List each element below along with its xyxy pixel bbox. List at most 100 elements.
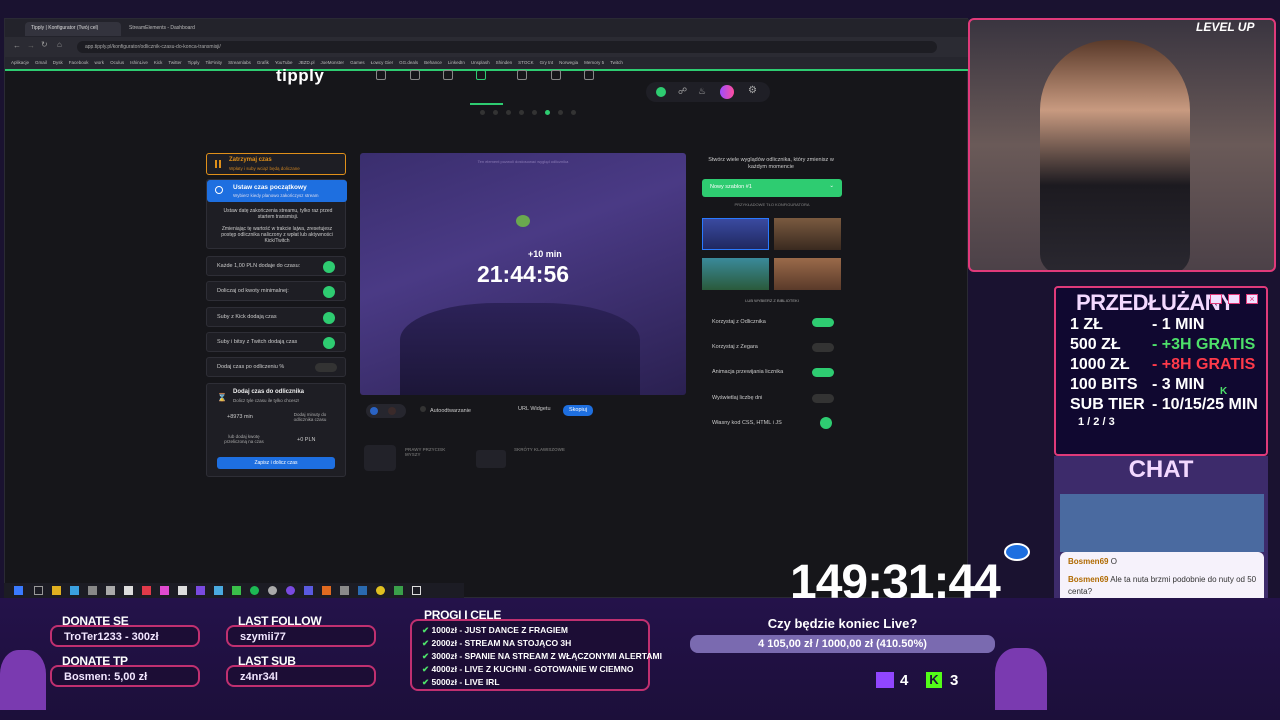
background-thumb-1[interactable] [702, 218, 769, 250]
app-icon[interactable] [268, 586, 277, 595]
star-nav-icon[interactable] [584, 70, 594, 80]
expand-button[interactable] [323, 286, 335, 298]
display-setting-toggle[interactable] [812, 343, 834, 352]
app-icon[interactable] [178, 586, 187, 595]
color-swatch-blue[interactable] [370, 407, 378, 415]
app-icon[interactable] [106, 586, 115, 595]
bookmark-item[interactable]: STOCK [518, 60, 533, 66]
avatar[interactable] [720, 85, 734, 99]
bookmark-item[interactable]: Behance [424, 60, 442, 66]
color-toggle[interactable] [366, 404, 406, 418]
back-icon[interactable]: ← [13, 41, 21, 50]
bookmark-item[interactable]: Facebook [69, 60, 89, 66]
pager-dot[interactable] [558, 110, 563, 115]
app-icon[interactable] [124, 586, 133, 595]
link-icon[interactable]: ☍ [678, 86, 687, 97]
app-icon[interactable] [340, 586, 349, 595]
add-amount-value[interactable]: +0 PLN [297, 437, 316, 443]
status-icon[interactable] [656, 87, 666, 97]
start-icon[interactable] [14, 586, 23, 595]
library-link[interactable]: LUB WYBIERZ Z BIBLIOTEKI [702, 298, 842, 303]
pager-dot[interactable] [519, 110, 524, 115]
pager-dot[interactable] [493, 110, 498, 115]
pager-dot[interactable] [506, 110, 511, 115]
setting-toggle[interactable] [315, 363, 337, 372]
bookmark-item[interactable]: Łowcy Gier [371, 60, 394, 66]
bookmark-item[interactable]: Tipply [188, 60, 200, 66]
url-field[interactable]: app.tipply.pl/konfigurator/odlicznik-cza… [77, 41, 937, 53]
bookmark-item[interactable]: Unsplash [471, 60, 490, 66]
pause-time-card[interactable]: Zatrzymaj czas Wpłaty i suby wciąż będą … [206, 153, 346, 175]
expand-button[interactable] [323, 337, 335, 349]
home-icon[interactable]: ⌂ [57, 40, 62, 49]
app-icon[interactable] [160, 586, 169, 595]
gear-icon[interactable]: ⚙ [748, 85, 757, 96]
tab-tipply[interactable]: Tipply | Konfigurator (Twój cel) [25, 22, 121, 36]
bookmark-item[interactable]: IshinLive [130, 60, 148, 66]
tab-streamelements[interactable]: StreamElements - Dashboard [123, 22, 219, 36]
app-icon[interactable] [412, 586, 421, 595]
pager-dot[interactable] [480, 110, 485, 115]
bookmark-item[interactable]: Twitter [168, 60, 181, 66]
bookmark-item[interactable]: Memory 5 [584, 60, 604, 66]
bookmark-item[interactable]: GG.deals [399, 60, 418, 66]
pager-dot[interactable] [532, 110, 537, 115]
expand-button[interactable] [323, 261, 335, 273]
bookmark-item[interactable]: Games [350, 60, 365, 66]
bookmark-item[interactable]: Dysk [53, 60, 63, 66]
store-icon[interactable] [70, 586, 79, 595]
xbox-icon[interactable] [232, 586, 241, 595]
bookmark-item[interactable]: work [95, 60, 105, 66]
color-swatch-red[interactable] [388, 407, 396, 415]
add-minutes-value[interactable]: +8973 min [227, 414, 253, 420]
obs-icon[interactable] [286, 586, 295, 595]
forward-icon[interactable]: → [27, 41, 35, 50]
bookmark-item[interactable]: Twitch [610, 60, 623, 66]
expand-button[interactable] [323, 312, 335, 324]
bookmark-item[interactable]: Gry tnt [540, 60, 554, 66]
template-select[interactable]: Nowy szablon #1 ⌄ [702, 179, 842, 197]
pager-dot-active[interactable] [545, 110, 550, 115]
window-nav-icon[interactable] [551, 70, 561, 80]
folder-icon[interactable] [52, 586, 61, 595]
app-icon[interactable] [322, 586, 331, 595]
open-code-button[interactable] [820, 417, 832, 429]
app-icon[interactable] [88, 586, 97, 595]
pager-dot[interactable] [571, 110, 576, 115]
bookmark-item[interactable]: Gmail [35, 60, 47, 66]
bookmark-item[interactable]: LinkedIn [448, 60, 465, 66]
chrome-icon[interactable] [376, 586, 385, 595]
app-icon[interactable] [142, 586, 151, 595]
bookmark-item[interactable]: Streamlabs [228, 60, 251, 66]
discord-icon[interactable] [304, 586, 313, 595]
chat-nick[interactable]: Bosmen69 [1068, 575, 1108, 584]
tipply-logo[interactable]: tipply [276, 66, 324, 86]
save-and-add-button[interactable]: Zapisz i dolicz czas [217, 457, 335, 469]
list-nav-icon[interactable] [517, 70, 527, 80]
bookmark-item[interactable]: Oculus [110, 60, 124, 66]
steam-icon[interactable] [358, 586, 367, 595]
bell-icon[interactable]: ♨ [698, 86, 706, 97]
display-setting-toggle[interactable] [812, 318, 834, 327]
bookmark-item[interactable]: Grafik [257, 60, 269, 66]
app-icon[interactable] [394, 586, 403, 595]
set-start-time-button[interactable]: Ustaw czas początkowy Wybierz kiedy plan… [207, 180, 347, 202]
calendar-nav-icon[interactable] [443, 70, 453, 80]
bookmark-item[interactable]: Norwegia [559, 60, 578, 66]
home-nav-icon[interactable] [376, 70, 386, 80]
autoplay-toggle[interactable]: Autoodtwarzanie [420, 406, 471, 414]
display-setting-toggle[interactable] [812, 394, 834, 403]
bookmark-item[interactable]: Kick [154, 60, 163, 66]
display-setting-toggle[interactable] [812, 368, 834, 377]
bookmark-item[interactable]: Shinden [496, 60, 513, 66]
app-icon[interactable] [196, 586, 205, 595]
app-icon[interactable] [214, 586, 223, 595]
background-thumb-4[interactable] [774, 258, 841, 290]
copy-url-button[interactable]: Skopiuj [563, 405, 593, 416]
bookmark-item[interactable]: TikFinity [205, 60, 222, 66]
bookmark-item[interactable]: Aplikacje [11, 60, 29, 66]
chat-nick[interactable]: Bosmen69 [1068, 557, 1108, 566]
background-thumb-3[interactable] [702, 258, 769, 290]
background-thumb-2[interactable] [774, 218, 841, 250]
edit-nav-icon[interactable] [476, 70, 486, 80]
